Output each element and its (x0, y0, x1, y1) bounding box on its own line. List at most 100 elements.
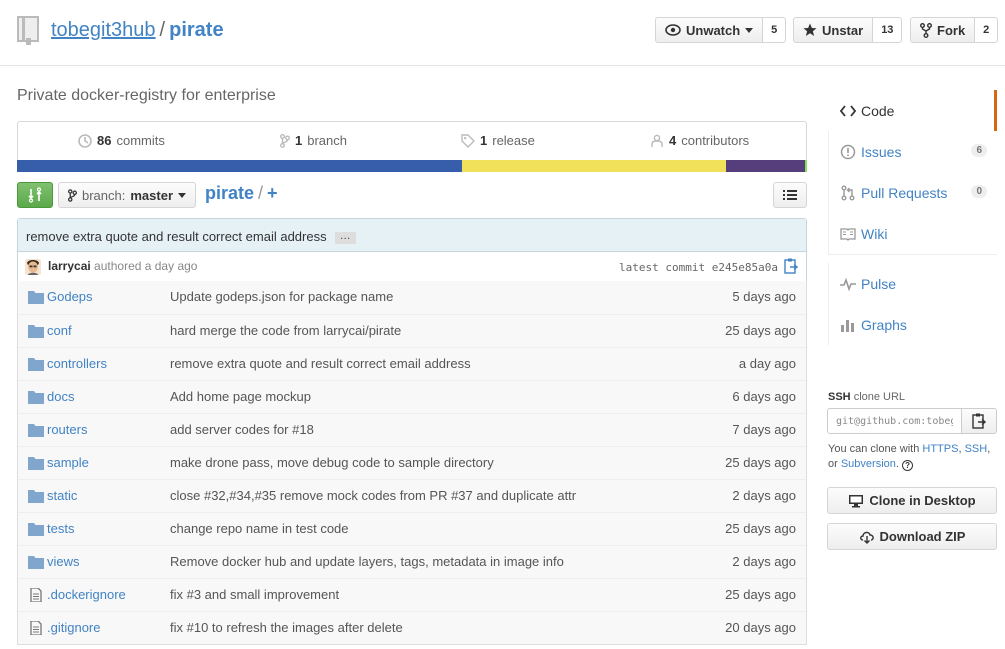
file-commit-message-link[interactable]: Remove docker hub and update layers, tag… (170, 554, 564, 569)
file-commit-message-link[interactable]: remove extra quote and result correct em… (170, 356, 471, 371)
unstar-button[interactable]: Unstar (793, 17, 874, 43)
commit-sha-link[interactable]: e245e85a0a (712, 261, 778, 274)
unwatch-button[interactable]: Unwatch (655, 17, 764, 43)
file-name-link[interactable]: static (47, 488, 77, 503)
nav-pulls-label: Pull Requests (861, 184, 948, 201)
watchers-count[interactable]: 5 (763, 17, 787, 43)
breadcrumb-separator: / (258, 183, 264, 203)
list-view-button[interactable] (773, 182, 807, 208)
repo-owner-link[interactable]: tobegit3hub (51, 19, 156, 41)
file-name-link[interactable]: sample (47, 455, 89, 470)
file-commit-message-link[interactable]: hard merge the code from larrycai/pirate (170, 323, 401, 338)
file-name-link[interactable]: .dockerignore (47, 587, 126, 602)
latest-commit-label: latest commit (619, 261, 706, 274)
file-name-link[interactable]: conf (47, 323, 72, 338)
file-age: 2 days ago (732, 488, 796, 503)
file-age: 5 days ago (732, 289, 796, 304)
releases-count: 1 (480, 133, 488, 148)
commits-link[interactable]: 86 commits (78, 133, 165, 148)
file-row: sample make drone pass, move debug code t… (18, 446, 806, 479)
breadcrumb-root-link[interactable]: pirate (205, 183, 254, 203)
nav-item-pulse[interactable]: Pulse (828, 263, 997, 304)
code-icon (840, 104, 856, 117)
file-commit-message-link[interactable]: add server codes for #18 (170, 422, 314, 437)
branch-select-button[interactable]: branch: master (58, 182, 197, 208)
language-segment[interactable] (726, 160, 805, 172)
file-commit-message-link[interactable]: Update godeps.json for package name (170, 289, 393, 304)
file-name-link[interactable]: .gitignore (47, 620, 100, 635)
file-commit-message-link[interactable]: change repo name in test code (170, 521, 349, 536)
compare-button[interactable] (17, 182, 53, 208)
file-commit-message-link[interactable]: close #32,#34,#35 remove mock codes from… (170, 488, 576, 503)
pulse-icon (840, 277, 856, 291)
folder-icon (28, 357, 44, 371)
nav-item-issues[interactable]: Issues 6 (828, 131, 997, 172)
file-name-link[interactable]: docs (47, 389, 74, 404)
folder-icon (28, 489, 44, 503)
repo-title: tobegit3hub / pirate (51, 19, 224, 42)
file-row: routers add server codes for #18 7 days ag… (18, 413, 806, 446)
download-zip-button[interactable]: Download ZIP (827, 523, 997, 550)
copy-clone-url-button[interactable] (962, 408, 997, 434)
tag-icon (461, 133, 475, 148)
language-segment[interactable] (461, 160, 727, 172)
new-file-link[interactable]: + (267, 183, 278, 203)
clone-help-prefix: You can clone with (828, 443, 920, 455)
clone-help-comma: , (958, 443, 962, 455)
clone-help-text: You can clone with HTTPS, SSH, or Subver… (828, 442, 1003, 472)
nav-item-pull-requests[interactable]: Pull Requests 0 (828, 172, 997, 213)
nav-group-main: Code Issues 6 Pull Requests 0 Wiki (828, 90, 997, 255)
file-list: Godeps Update godeps.json for package nam… (17, 281, 807, 645)
watch-group: Unwatch 5 (655, 17, 787, 43)
clone-ssh-link[interactable]: SSH (965, 443, 988, 455)
commit-author: larrycai authored a day ago (48, 259, 197, 273)
clone-in-desktop-button[interactable]: Clone in Desktop (827, 487, 997, 514)
nav-item-code[interactable]: Code (828, 90, 997, 131)
file-name-link[interactable]: tests (47, 521, 74, 536)
file-row: views Remove docker hub and update layers… (18, 545, 806, 578)
language-segment[interactable] (17, 160, 462, 172)
contributors-link[interactable]: 4 contributors (650, 133, 749, 148)
file-age: 6 days ago (732, 389, 796, 404)
file-name-link[interactable]: routers (47, 422, 87, 437)
file-row: .dockerignore fix #3 and small improvemen… (18, 578, 806, 611)
file-commit-message-link[interactable]: fix #3 and small improvement (170, 587, 339, 602)
repo-sidenav: Code Issues 6 Pull Requests 0 Wiki Pulse… (828, 90, 997, 345)
file-row: tests change repo name in test code 25 day… (18, 512, 806, 545)
forks-count[interactable]: 2 (975, 17, 999, 43)
file-commit-message-link[interactable]: fix #10 to refresh the images after dele… (170, 620, 403, 635)
clipboard-icon[interactable] (784, 258, 798, 274)
file-breadcrumb: pirate / + (205, 183, 278, 204)
nav-group-stats: Pulse Graphs (828, 263, 997, 345)
language-bar[interactable] (17, 160, 807, 172)
file-commit-message-link[interactable]: Add home page mockup (170, 389, 311, 404)
commit-message-link[interactable]: remove extra quote and result correct em… (26, 229, 327, 244)
file-commit-message-link[interactable]: make drone pass, move debug code to samp… (170, 455, 494, 470)
author-avatar[interactable] (25, 259, 41, 275)
expand-commit-button[interactable]: … (334, 231, 356, 244)
file-name-link[interactable]: Godeps (47, 289, 93, 304)
star-icon (803, 23, 817, 36)
unwatch-label: Unwatch (686, 22, 741, 38)
nav-item-graphs[interactable]: Graphs (828, 304, 997, 345)
stargazers-count[interactable]: 13 (873, 17, 903, 43)
file-name-link[interactable]: views (47, 554, 80, 569)
clone-https-link[interactable]: HTTPS (922, 443, 958, 455)
repo-name-link[interactable]: pirate (169, 19, 223, 41)
language-segment[interactable] (804, 160, 807, 172)
branch-icon (68, 188, 77, 202)
file-name-link[interactable]: controllers (47, 356, 107, 371)
releases-link[interactable]: 1 release (461, 133, 535, 148)
nav-item-wiki[interactable]: Wiki (828, 213, 997, 254)
question-icon[interactable]: ? (902, 460, 914, 471)
caret-down-icon (745, 27, 754, 33)
fork-button[interactable]: Fork (910, 17, 976, 43)
clone-url-input[interactable] (827, 408, 962, 434)
author-name[interactable]: larrycai (48, 259, 91, 273)
clone-subversion-link[interactable]: Subversion (841, 458, 896, 470)
folder-icon (28, 324, 44, 338)
file-age: 2 days ago (732, 554, 796, 569)
folder-icon (28, 390, 44, 404)
folder-icon (28, 290, 44, 304)
branches-link[interactable]: 1 branch (280, 133, 347, 148)
